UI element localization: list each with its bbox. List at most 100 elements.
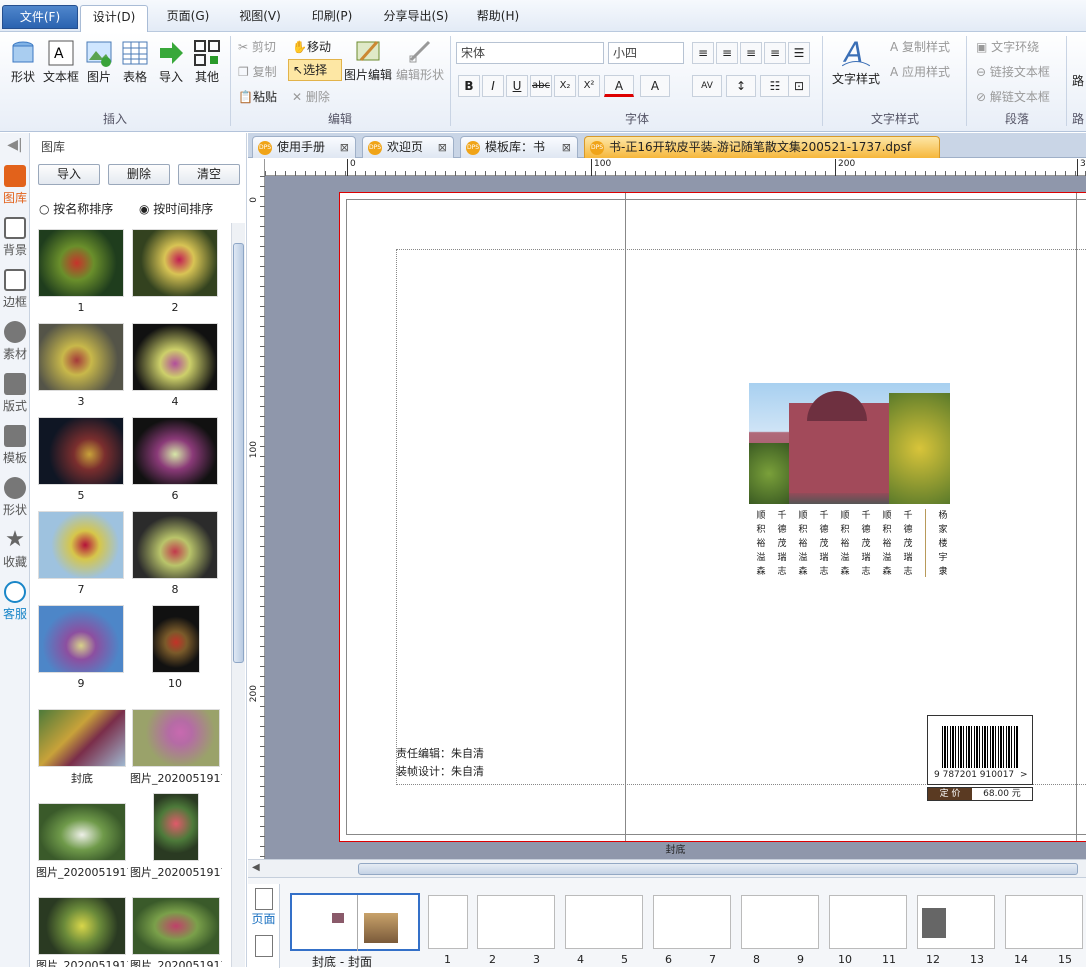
side-tool-gallery[interactable]: 图库 bbox=[0, 165, 30, 206]
menu-view[interactable]: 视图(V) bbox=[230, 5, 290, 29]
gallery-image[interactable] bbox=[38, 605, 124, 673]
canvas-scroll-thumb[interactable] bbox=[358, 863, 1078, 875]
gallery-image[interactable] bbox=[38, 897, 126, 955]
canvas-horizontal-scrollbar[interactable]: ◀ bbox=[248, 859, 1086, 877]
tab-welcome[interactable]: DPS 欢迎页 ⊠ bbox=[362, 136, 454, 158]
apply-style-button[interactable]: A 应用样式 bbox=[890, 63, 950, 80]
line-spacing-icon[interactable]: ↕ bbox=[726, 75, 756, 97]
italic-button[interactable]: I bbox=[482, 75, 504, 97]
vertical-text-column[interactable]: 顺积裕溢森 bbox=[882, 509, 892, 579]
insert-other-button[interactable]: 其他 bbox=[190, 38, 224, 85]
link-textbox-button[interactable]: ⊖ 链接文本框 bbox=[976, 63, 1050, 80]
side-tool-background[interactable]: 背景 bbox=[0, 217, 30, 258]
gallery-image[interactable] bbox=[152, 605, 200, 673]
gallery-image[interactable] bbox=[132, 511, 218, 579]
import-button[interactable]: 导入 bbox=[154, 38, 188, 85]
side-tool-support[interactable]: 客服 bbox=[0, 581, 30, 622]
sort-by-time-radio[interactable]: ◉ 按时间排序 bbox=[139, 200, 213, 217]
gallery-image[interactable] bbox=[38, 323, 124, 391]
page-thumbnail[interactable] bbox=[917, 895, 995, 949]
vertical-text-column[interactable]: 千德茂瑞志 bbox=[861, 509, 871, 579]
vertical-text-column[interactable]: 千德茂瑞志 bbox=[777, 509, 787, 579]
font-size-select[interactable]: 小四 bbox=[608, 42, 684, 64]
menu-help[interactable]: 帮助(H) bbox=[468, 5, 528, 29]
align-right-icon[interactable]: ≡ bbox=[740, 42, 762, 64]
close-icon[interactable]: ⊠ bbox=[438, 137, 447, 158]
align-left-icon[interactable]: ≡ bbox=[692, 42, 714, 64]
page-thumbnail[interactable] bbox=[741, 895, 819, 949]
price-box[interactable]: 定 价 68.00 元 bbox=[927, 787, 1033, 801]
menu-design[interactable]: 设计(D) bbox=[80, 5, 148, 32]
close-icon[interactable]: ⊠ bbox=[340, 137, 349, 158]
image-edit-button[interactable]: 图片编辑 bbox=[344, 36, 392, 83]
tab-template-library[interactable]: DPS 模板库：书 ⊠ bbox=[460, 136, 578, 158]
char-spacing-icon[interactable]: AV bbox=[692, 75, 722, 97]
insert-image-button[interactable]: 图片 bbox=[82, 38, 116, 85]
select-button[interactable]: ↖选择 bbox=[288, 59, 342, 81]
page-spread[interactable]: 顺积裕溢森 千德茂瑞志 顺积裕溢森 千德茂瑞志 顺积裕溢森 千德茂瑞志 顺积裕溢… bbox=[339, 192, 1086, 842]
copy-button[interactable]: ❐ 复制 bbox=[238, 63, 277, 80]
sort-by-name-radio[interactable]: ○ 按名称排序 bbox=[39, 200, 113, 217]
paste-button[interactable]: 📋粘贴 bbox=[238, 88, 277, 105]
insert-textbox-button[interactable]: A 文本框 bbox=[42, 38, 80, 85]
gallery-image[interactable] bbox=[132, 897, 220, 955]
side-tool-material[interactable]: 素材 bbox=[0, 321, 30, 362]
gallery-image[interactable] bbox=[153, 793, 199, 861]
menu-page[interactable]: 页面(G) bbox=[158, 5, 218, 29]
superscript-button[interactable]: X² bbox=[578, 75, 600, 97]
menu-share-export[interactable]: 分享导出(S) bbox=[374, 5, 458, 29]
unlink-textbox-button[interactable]: ⊘ 解链文本框 bbox=[976, 88, 1050, 105]
gallery-delete-button[interactable]: 删除 bbox=[108, 164, 170, 185]
font-shade-button[interactable]: A bbox=[640, 75, 670, 97]
page-thumbnail[interactable] bbox=[565, 895, 643, 949]
cover-photo[interactable] bbox=[749, 383, 950, 504]
gallery-scrollbar[interactable] bbox=[231, 223, 245, 967]
page-thumbnail[interactable] bbox=[829, 895, 907, 949]
vertical-text-column[interactable]: 顺积裕溢森 bbox=[840, 509, 850, 579]
vertical-text-column[interactable]: 顺积裕溢森 bbox=[798, 509, 808, 579]
scroll-left-icon[interactable]: ◀ bbox=[252, 862, 260, 873]
cut-button[interactable]: ✂ 剪切 bbox=[238, 38, 276, 55]
vertical-text-column[interactable]: 顺积裕溢森 bbox=[756, 509, 766, 579]
gallery-image[interactable] bbox=[38, 417, 124, 485]
strikethrough-button[interactable]: abc bbox=[530, 75, 552, 97]
side-tool-border[interactable]: 边框 bbox=[0, 269, 30, 310]
gallery-image[interactable] bbox=[132, 323, 218, 391]
insert-table-button[interactable]: 表格 bbox=[118, 38, 152, 85]
path-button[interactable]: 路 bbox=[1072, 72, 1084, 89]
side-tool-favorites[interactable]: ★ 收藏 bbox=[0, 529, 30, 570]
page-thumbnail-cover[interactable] bbox=[290, 893, 420, 951]
page-thumbnail[interactable] bbox=[1005, 895, 1083, 949]
side-tool-shape[interactable]: 形状 bbox=[0, 477, 30, 518]
text-wrap-button[interactable]: ▣ 文字环绕 bbox=[976, 38, 1039, 55]
copy-style-button[interactable]: A 复制样式 bbox=[890, 38, 950, 55]
justify-icon[interactable]: ≡ bbox=[764, 42, 786, 64]
list-icon[interactable]: ☷ bbox=[760, 75, 790, 97]
side-tool-layout[interactable]: 版式 bbox=[0, 373, 30, 414]
gallery-image[interactable] bbox=[38, 511, 124, 579]
move-button[interactable]: ✋移动 bbox=[292, 38, 331, 55]
tab-active-document[interactable]: DPS 书-正16开软皮平装-游记随笔散文集200521-1737.dpsf bbox=[584, 136, 940, 158]
gallery-image[interactable] bbox=[38, 709, 126, 767]
gallery-import-button[interactable]: 导入 bbox=[38, 164, 100, 185]
credits-block[interactable]: 责任编辑：朱自清 装帧设计：朱自清 bbox=[396, 745, 484, 781]
delete-button[interactable]: ✕ 删除 bbox=[292, 88, 330, 105]
gallery-image[interactable] bbox=[38, 803, 126, 861]
bold-button[interactable]: B bbox=[458, 75, 480, 97]
text-style-button[interactable]: A 文字样式 bbox=[828, 36, 884, 87]
gallery-image[interactable] bbox=[38, 229, 124, 297]
insert-shape-button[interactable]: 形状 bbox=[6, 38, 40, 85]
align-center-icon[interactable]: ≡ bbox=[716, 42, 738, 64]
page-thumbnail[interactable] bbox=[428, 895, 468, 949]
font-color-button[interactable]: A bbox=[604, 75, 634, 97]
gallery-clear-button[interactable]: 清空 bbox=[178, 164, 240, 185]
collapse-panel-icon[interactable]: ◀| bbox=[0, 137, 30, 153]
author-column[interactable]: 杨家楼宇隶 bbox=[938, 509, 948, 579]
underline-button[interactable]: U bbox=[506, 75, 528, 97]
gallery-scroll-thumb[interactable] bbox=[233, 243, 244, 663]
shape-edit-button[interactable]: 编辑形状 bbox=[396, 36, 444, 83]
vertical-text-column[interactable]: 千德茂瑞志 bbox=[819, 509, 829, 579]
font-family-select[interactable]: 宋体 bbox=[456, 42, 604, 64]
close-icon[interactable]: ⊠ bbox=[562, 137, 571, 158]
indent-icon[interactable]: ⊡ bbox=[788, 75, 810, 97]
